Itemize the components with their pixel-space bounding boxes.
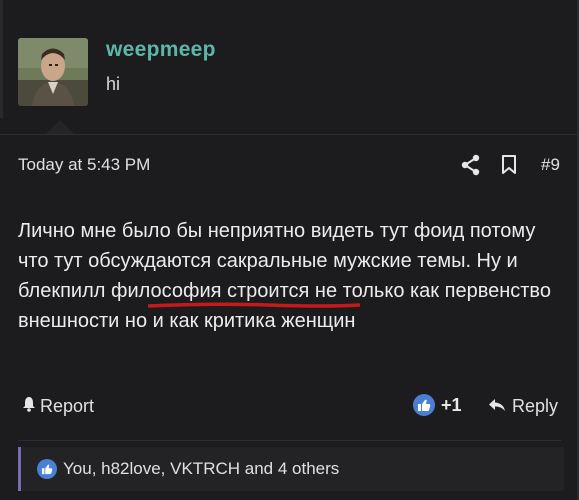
header-separator (0, 134, 579, 135)
user-block: weepmeep hi (0, 0, 579, 135)
user-title: hi (106, 74, 121, 94)
bell-icon (22, 396, 36, 417)
message-arrow (46, 120, 74, 134)
thumbs-up-icon (37, 459, 57, 479)
bookmark-icon[interactable] (501, 155, 517, 175)
reply-button[interactable]: Reply (488, 396, 558, 417)
red-underline-annotation (148, 302, 360, 308)
post-meta: Today at 5:43 PM #9 (18, 153, 561, 177)
user-info: weepmeep hi (106, 38, 216, 95)
share-icon[interactable] (461, 154, 481, 176)
post-container: weepmeep hi Today at 5:43 PM #9 Лично мн… (0, 0, 579, 500)
avatar[interactable] (18, 38, 88, 106)
post-timestamp[interactable]: Today at 5:43 PM (18, 155, 150, 175)
report-label: Report (40, 396, 95, 416)
like-count: +1 (441, 394, 462, 415)
post-body-text: Лично мне было бы неприятно видеть тут ф… (18, 220, 551, 332)
post-actions: Report +1 Reply (18, 392, 561, 420)
username[interactable]: weepmeep (106, 38, 216, 62)
avatar-image (18, 38, 88, 106)
actions-separator (18, 440, 561, 441)
reply-arrow-icon (488, 396, 506, 417)
reactions-summary: You, h82love, VKTRCH and 4 others (37, 459, 339, 479)
like-button[interactable]: +1 (413, 394, 462, 416)
thumbs-up-icon (413, 394, 435, 416)
reactions-text[interactable]: You, h82love, VKTRCH and 4 others (63, 459, 339, 479)
reply-label: Reply (512, 396, 559, 416)
report-button[interactable]: Report (22, 396, 94, 417)
post-number-link[interactable]: #9 (541, 155, 560, 175)
reactions-bar[interactable]: You, h82love, VKTRCH and 4 others (18, 447, 564, 491)
